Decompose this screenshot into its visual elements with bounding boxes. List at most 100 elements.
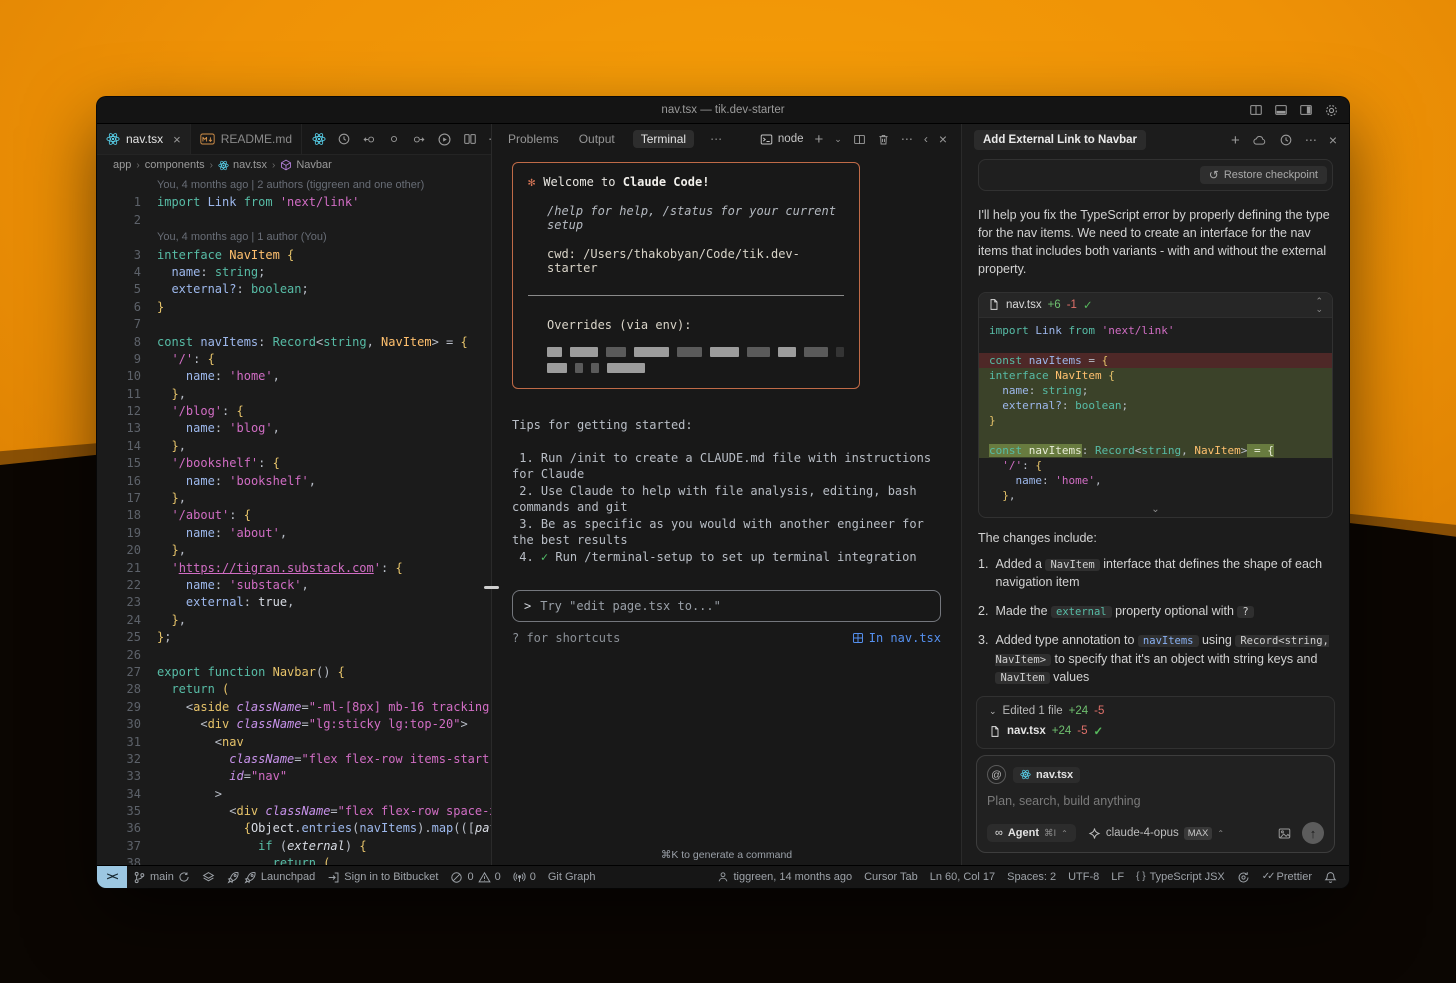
- terminal-content[interactable]: ✻ Welcome to Claude Code! /help for help,…: [492, 154, 961, 865]
- code-line[interactable]: 9 '/': {: [97, 351, 491, 368]
- panel-tab-output[interactable]: Output: [577, 130, 617, 148]
- code-line[interactable]: 18 '/about': {: [97, 507, 491, 524]
- code-line[interactable]: 23 external: true,: [97, 594, 491, 611]
- model-selector[interactable]: claude-4-opus MAX ⌃: [1088, 826, 1224, 840]
- code-line[interactable]: 5 external?: boolean;: [97, 281, 491, 298]
- kill-terminal-icon[interactable]: [877, 133, 890, 146]
- panel-more-icon[interactable]: ⋯: [710, 133, 722, 145]
- chat-input-placeholder[interactable]: Plan, search, build anything: [987, 794, 1324, 808]
- context-file-chip[interactable]: nav.tsx: [1013, 766, 1081, 783]
- layout-columns-icon[interactable]: [1249, 103, 1263, 117]
- statusbar-git-branch[interactable]: main: [127, 866, 196, 888]
- breadcrumb-item-nav.tsx[interactable]: nav.tsx: [218, 159, 267, 171]
- react-refactor-icon[interactable]: [312, 132, 326, 146]
- chat-messages[interactable]: ↺ Restore checkpoint I'll help you fix th…: [962, 156, 1349, 696]
- code-line[interactable]: 21 'https://tigran.substack.com': {: [97, 560, 491, 577]
- panel-resize-handle[interactable]: [484, 586, 499, 589]
- titlebar[interactable]: nav.tsx — tik.dev-starter: [97, 97, 1349, 124]
- statusbar-notifications[interactable]: [1318, 866, 1343, 888]
- code-line[interactable]: 28 return (: [97, 681, 491, 698]
- split-terminal-icon[interactable]: [853, 133, 866, 146]
- terminal-more-icon[interactable]: ⋯: [901, 133, 913, 145]
- diff-card-header[interactable]: nav.tsx +6 -1 ✓ ⌃ ⌄: [979, 292, 1332, 318]
- code-line[interactable]: 35 <div className="flex flex-row space-x…: [97, 803, 491, 820]
- statusbar-launchpad[interactable]: Launchpad: [221, 866, 321, 888]
- claude-prompt-input[interactable]: > Try "edit page.tsx to...": [512, 590, 941, 622]
- new-terminal-icon[interactable]: +: [815, 132, 824, 147]
- code-line[interactable]: 26: [97, 647, 491, 664]
- code-editor[interactable]: You, 4 months ago | 2 authors (tiggreen …: [97, 175, 491, 865]
- code-line[interactable]: 19 name: 'about',: [97, 525, 491, 542]
- statusbar-language-mode[interactable]: { } TypeScript JSX: [1130, 866, 1231, 888]
- code-line[interactable]: 1 import Link from 'next/link': [97, 194, 491, 211]
- history-icon[interactable]: [1279, 133, 1293, 147]
- code-line[interactable]: 34 >: [97, 786, 491, 803]
- timeline-icon[interactable]: [337, 132, 351, 146]
- compare-commit-icon[interactable]: [388, 133, 400, 145]
- compare-next-icon[interactable]: [411, 133, 426, 146]
- code-line[interactable]: 36 {Object.entries(navItems).map(([path: [97, 820, 491, 837]
- breadcrumb-item-app[interactable]: app: [113, 159, 131, 171]
- toggle-panel-icon[interactable]: [1274, 103, 1288, 117]
- split-editor-icon[interactable]: [463, 132, 477, 146]
- diff-expand-icon[interactable]: ⌄: [979, 504, 1332, 517]
- code-line[interactable]: 25};: [97, 629, 491, 646]
- edited-files-card[interactable]: ⌄ Edited 1 file +24 -5 nav.tsx +24 -5 ✓: [976, 696, 1335, 749]
- editor-tab-nav.tsx[interactable]: nav.tsx ×: [97, 124, 191, 154]
- restore-checkpoint-button[interactable]: ↺ Restore checkpoint: [1199, 166, 1327, 184]
- code-line[interactable]: 15 '/bookshelf': {: [97, 455, 491, 472]
- statusbar-compare-changes[interactable]: [196, 866, 221, 888]
- statusbar-prettier[interactable]: ✓✓ Prettier: [1256, 866, 1318, 888]
- terminal-dropdown-icon[interactable]: ⌄: [834, 134, 842, 144]
- code-line[interactable]: 13 name: 'blog',: [97, 420, 491, 437]
- send-button[interactable]: ↑: [1302, 822, 1324, 844]
- close-tab-icon[interactable]: ×: [173, 132, 181, 147]
- statusbar-indentation[interactable]: Spaces: 2: [1001, 866, 1062, 888]
- code-line[interactable]: 8 const navItems: Record<string, NavItem>…: [97, 334, 491, 351]
- code-line[interactable]: 37 if (external) {: [97, 838, 491, 855]
- statusbar-git-graph[interactable]: Git Graph: [542, 866, 602, 888]
- code-line[interactable]: 17 },: [97, 490, 491, 507]
- code-line[interactable]: 38 return (: [97, 855, 491, 865]
- editor-tab-README.md[interactable]: README.md: [191, 124, 303, 154]
- run-code-icon[interactable]: [437, 132, 452, 147]
- code-line[interactable]: 20 },: [97, 542, 491, 559]
- code-line[interactable]: 6}: [97, 299, 491, 316]
- code-line[interactable]: 29 <aside className="-ml-[8px] mb-16 tra…: [97, 699, 491, 716]
- code-line[interactable]: 24 },: [97, 612, 491, 629]
- code-line[interactable]: 16 name: 'bookshelf',: [97, 473, 491, 490]
- terminal-instance-node[interactable]: node: [760, 133, 804, 146]
- diff-collapse-icon[interactable]: ⌃ ⌄: [1315, 296, 1323, 313]
- chevron-down-icon[interactable]: ⌄: [989, 706, 997, 716]
- statusbar-cursor-tab[interactable]: Cursor Tab: [858, 866, 924, 888]
- chat-more-icon[interactable]: ⋯: [1305, 134, 1317, 146]
- attach-image-icon[interactable]: [1277, 827, 1292, 840]
- close-chat-icon[interactable]: ×: [1329, 133, 1337, 147]
- code-line[interactable]: 3 interface NavItem {: [97, 247, 491, 264]
- add-context-button[interactable]: @: [987, 765, 1006, 784]
- breadcrumb-item-Navbar[interactable]: Navbar: [280, 159, 332, 171]
- statusbar-problems[interactable]: 00: [444, 866, 506, 888]
- code-line[interactable]: 2: [97, 212, 491, 229]
- new-chat-icon[interactable]: +: [1231, 133, 1240, 148]
- chat-input-box[interactable]: @ nav.tsx Plan, search, build anything ∞…: [976, 755, 1335, 853]
- code-line[interactable]: 4 name: string;: [97, 264, 491, 281]
- code-line[interactable]: 7: [97, 316, 491, 333]
- edited-file-name[interactable]: nav.tsx: [1007, 725, 1046, 737]
- statusbar-settings-sync[interactable]: [1231, 866, 1256, 888]
- code-line[interactable]: 27 export function Navbar() {: [97, 664, 491, 681]
- code-line[interactable]: 11 },: [97, 386, 491, 403]
- panel-collapse-left-icon[interactable]: ‹: [924, 133, 928, 145]
- statusbar-encoding[interactable]: UTF-8: [1062, 866, 1105, 888]
- code-line[interactable]: 14 },: [97, 438, 491, 455]
- chat-session-tab[interactable]: Add External Link to Navbar: [974, 130, 1147, 150]
- statusbar-bitbucket-sign-in[interactable]: Sign in to Bitbucket: [321, 866, 444, 888]
- statusbar-feedback[interactable]: 0: [507, 866, 542, 888]
- panel-tab-problems[interactable]: Problems: [506, 130, 561, 148]
- code-line[interactable]: 30 <div className="lg:sticky lg:top-20">: [97, 716, 491, 733]
- cloud-icon[interactable]: [1252, 134, 1267, 147]
- code-line[interactable]: 22 name: 'substack',: [97, 577, 491, 594]
- code-line[interactable]: 33 id="nav": [97, 768, 491, 785]
- code-line[interactable]: 32 className="flex flex-row items-start …: [97, 751, 491, 768]
- agent-mode-selector[interactable]: ∞ Agent ⌘I ⌃: [987, 824, 1076, 842]
